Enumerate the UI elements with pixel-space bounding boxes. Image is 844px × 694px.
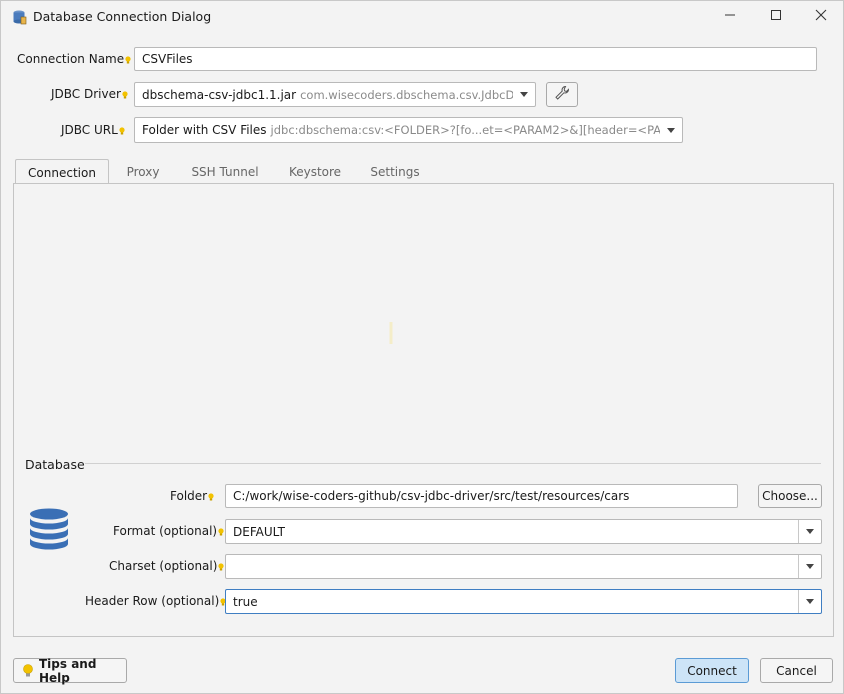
- tab-connection[interactable]: Connection: [15, 159, 109, 185]
- window-title: Database Connection Dialog: [33, 9, 212, 24]
- lightbulb-icon: [122, 91, 128, 99]
- database-section-title: Database: [25, 457, 85, 472]
- lightbulb-icon: [387, 322, 395, 347]
- close-icon: [815, 9, 827, 24]
- lightbulb-icon: [208, 493, 214, 501]
- chevron-down-icon: [660, 118, 682, 142]
- wrench-icon: [554, 85, 570, 104]
- close-button[interactable]: [798, 1, 844, 31]
- maximize-icon: [770, 9, 782, 24]
- connection-name-input[interactable]: CSVFiles: [134, 47, 817, 71]
- choose-folder-button[interactable]: Choose...: [758, 484, 822, 508]
- chevron-down-icon: [798, 590, 821, 613]
- connection-name-label: Connection Name: [17, 52, 131, 66]
- jdbc-url-label: JDBC URL: [61, 123, 125, 137]
- folder-label: Folder: [170, 489, 214, 503]
- section-divider: [85, 463, 821, 464]
- lightbulb-icon: [22, 663, 34, 678]
- chevron-down-icon: [513, 83, 535, 106]
- folder-input[interactable]: C:/work/wise-coders-github/csv-jdbc-driv…: [225, 484, 738, 508]
- format-label: Format (optional): [113, 524, 224, 538]
- tips-and-help-button[interactable]: Tips and Help: [13, 657, 127, 685]
- minimize-button[interactable]: [707, 1, 753, 31]
- jdbc-driver-label: JDBC Driver: [51, 87, 128, 101]
- jdbc-driver-select[interactable]: dbschema-csv-jdbc1.1.jar com.wisecoders.d…: [134, 82, 536, 107]
- lightbulb-icon: [218, 563, 225, 571]
- driver-settings-button[interactable]: [546, 82, 578, 107]
- lightbulb-icon: [125, 56, 131, 64]
- header-row-label: Header Row (optional): [85, 594, 226, 608]
- lightbulb-icon: [218, 528, 224, 536]
- connect-button[interactable]: Connect: [675, 658, 749, 683]
- tab-proxy[interactable]: Proxy: [115, 159, 171, 184]
- charset-label: Charset (optional): [109, 559, 225, 573]
- maximize-button[interactable]: [753, 1, 799, 31]
- database-connection-dialog: Database Connection Dialog Connection Na…: [0, 0, 844, 694]
- database-icon: [29, 508, 69, 557]
- minimize-icon: [724, 9, 736, 24]
- title-bar: Database Connection Dialog: [1, 1, 843, 33]
- tab-settings[interactable]: Settings: [362, 159, 428, 184]
- chevron-down-icon: [798, 520, 821, 543]
- cancel-button[interactable]: Cancel: [760, 658, 833, 683]
- database-app-icon: [11, 9, 27, 25]
- chevron-down-icon: [798, 555, 821, 578]
- charset-select[interactable]: [225, 554, 822, 579]
- tab-ssh-tunnel[interactable]: SSH Tunnel: [183, 159, 267, 184]
- format-select[interactable]: DEFAULT: [225, 519, 822, 544]
- header-row-select[interactable]: true: [225, 589, 822, 614]
- lightbulb-icon: [119, 127, 125, 135]
- jdbc-url-select[interactable]: Folder with CSV Files jdbc:dbschema:csv:<…: [134, 117, 683, 143]
- tab-keystore[interactable]: Keystore: [280, 159, 350, 184]
